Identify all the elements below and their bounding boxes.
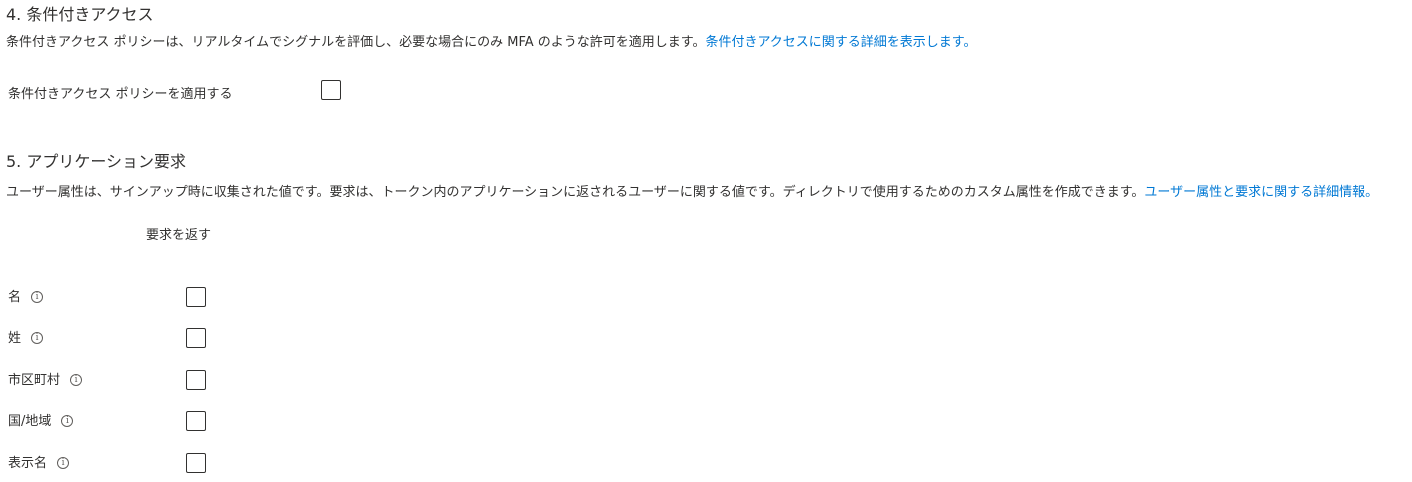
apply-conditional-access-label: 条件付きアクセス ポリシーを適用する bbox=[8, 87, 233, 102]
attribute-row-given-name: 名i bbox=[8, 288, 44, 308]
info-icon[interactable]: i bbox=[57, 456, 70, 469]
city-claim-checkbox[interactable] bbox=[186, 370, 206, 390]
attribute-row-surname: 姓i bbox=[8, 329, 44, 349]
given-name-claim-checkbox[interactable] bbox=[186, 287, 206, 307]
attribute-row-country-region: 国/地域 i bbox=[8, 412, 74, 432]
attribute-row-city: 市区町村 i bbox=[8, 371, 83, 391]
return-claim-column-header: 要求を返す bbox=[146, 228, 212, 243]
conditional-access-description: 条件付きアクセス ポリシーは、リアルタイムでシグナルを評価し、必要な場合にのみ … bbox=[6, 33, 977, 53]
attribute-label: 名 bbox=[8, 290, 22, 305]
attribute-label: 姓 bbox=[8, 331, 22, 346]
application-claims-heading: 5. アプリケーション要求 bbox=[6, 152, 187, 171]
display-name-claim-checkbox[interactable] bbox=[186, 453, 206, 473]
info-icon[interactable]: i bbox=[70, 373, 83, 386]
conditional-access-learn-more-link[interactable]: 条件付きアクセスに関する詳細を表示します。 bbox=[705, 35, 976, 50]
attribute-label: 市区町村 bbox=[8, 373, 61, 388]
application-claims-description: ユーザー属性は、サインアップ時に収集された値です。要求は、トークン内のアプリケー… bbox=[6, 183, 1378, 203]
attribute-label: 表示名 bbox=[8, 456, 48, 471]
country-region-claim-checkbox[interactable] bbox=[186, 411, 206, 431]
attribute-row-display-name: 表示名 i bbox=[8, 454, 70, 474]
user-attributes-learn-more-link[interactable]: ユーザー属性と要求に関する詳細情報。 bbox=[1144, 185, 1378, 200]
info-icon[interactable]: i bbox=[31, 331, 44, 344]
info-icon[interactable]: i bbox=[31, 290, 44, 303]
surname-claim-checkbox[interactable] bbox=[186, 328, 206, 348]
application-claims-description-text: ユーザー属性は、サインアップ時に収集された値です。要求は、トークン内のアプリケー… bbox=[6, 185, 1145, 200]
conditional-access-heading: 4. 条件付きアクセス bbox=[6, 5, 154, 24]
info-icon[interactable]: i bbox=[61, 414, 74, 427]
apply-conditional-access-checkbox[interactable] bbox=[321, 80, 341, 100]
conditional-access-description-text: 条件付きアクセス ポリシーは、リアルタイムでシグナルを評価し、必要な場合にのみ … bbox=[6, 35, 706, 50]
attribute-label: 国/地域 bbox=[8, 414, 52, 429]
